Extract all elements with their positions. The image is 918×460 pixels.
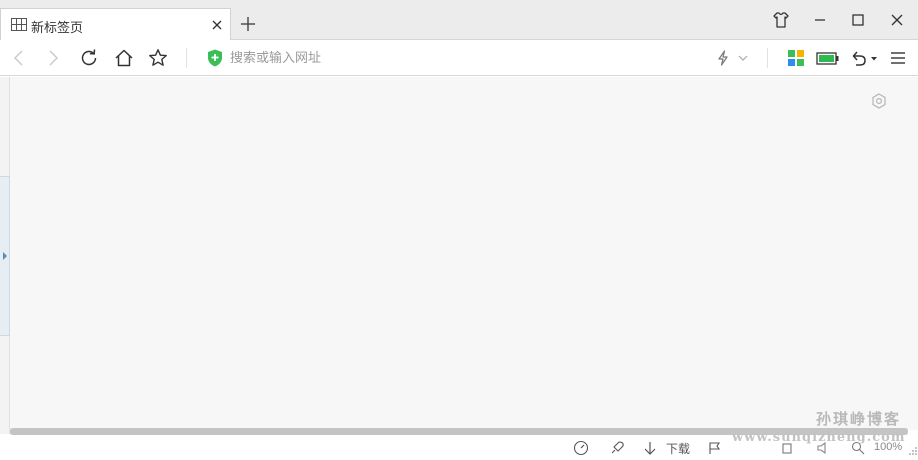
maximize-icon[interactable] [848,10,868,30]
download-icon[interactable] [642,440,658,456]
tshirt-icon[interactable] [771,10,791,30]
shield-icon[interactable] [207,49,223,67]
minimize-icon[interactable] [810,10,830,30]
chevron-down-icon[interactable] [736,48,750,68]
lightning-icon[interactable] [713,48,733,68]
home-icon[interactable] [114,48,134,68]
grid-icon [11,18,27,31]
star-icon[interactable] [148,48,168,68]
undo-icon[interactable] [849,48,869,68]
toolbar-divider [186,48,187,68]
tab-strip: 新标签页 [0,0,918,41]
flag-icon[interactable] [707,440,723,456]
sidebar-expand-icon [2,252,8,260]
sidebar-toggle[interactable] [0,176,10,336]
download-label[interactable]: 下载 [666,440,690,457]
watermark-url: www.sunqizheng.com [732,430,906,445]
watermark-title: 孙琪峥博客 [816,410,902,428]
forward-arrow-icon[interactable] [43,48,63,68]
rocket-icon[interactable] [609,440,625,456]
menu-icon[interactable] [888,48,908,68]
window-close-icon[interactable] [887,10,907,30]
speedometer-icon[interactable] [573,440,589,456]
resize-grip-icon[interactable] [906,440,918,456]
plus-icon[interactable] [238,14,258,34]
undo-dropdown-icon[interactable] [869,48,879,68]
apps-grid-icon[interactable] [786,48,806,68]
tab-new-tab[interactable]: 新标签页 [0,8,231,41]
tab-title: 新标签页 [31,21,84,36]
navigation-toolbar [0,40,918,76]
toolbar-divider [767,48,768,68]
back-arrow-icon[interactable] [9,48,29,68]
gear-icon[interactable] [870,92,888,110]
new-tab-page [10,77,918,430]
reload-icon[interactable] [79,48,99,68]
battery-icon[interactable] [816,48,840,68]
close-icon[interactable] [210,18,224,32]
address-input[interactable] [230,47,700,69]
